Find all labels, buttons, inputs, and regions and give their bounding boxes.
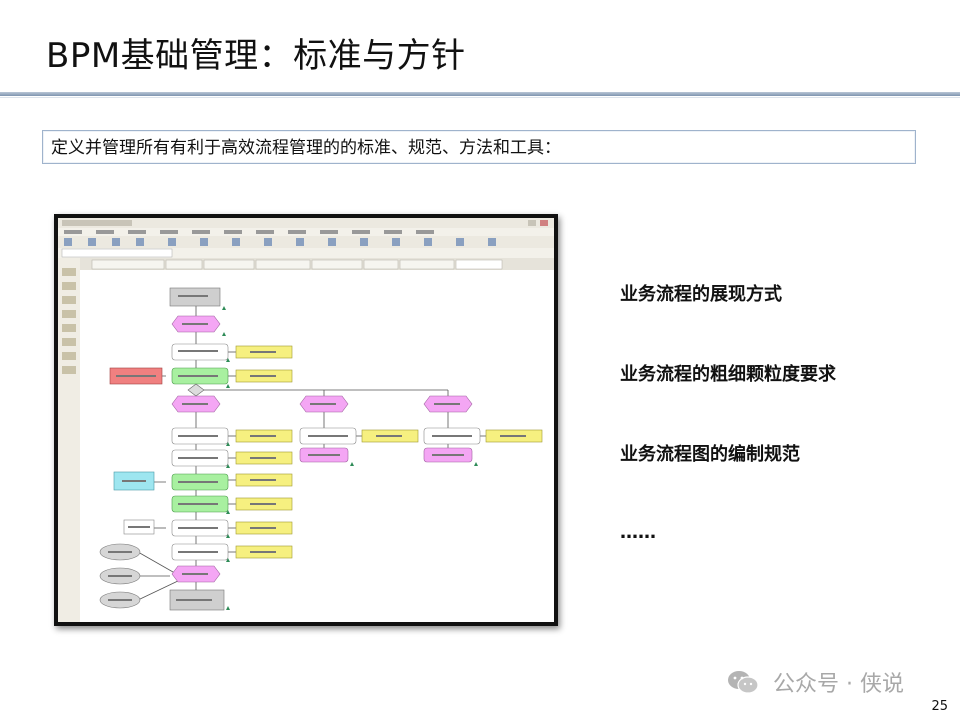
aris-screenshot-drawing [58, 218, 554, 622]
bullet-item: 业务流程的粗细颗粒度要求 [620, 364, 836, 385]
aris-screenshot [58, 218, 554, 622]
intro-box: 定义并管理所有有利于高效流程管理的的标准、规范、方法和工具： [42, 130, 916, 164]
title-divider [0, 92, 960, 96]
wechat-icon [726, 668, 760, 702]
page-number: 25 [931, 699, 948, 714]
watermark: 公众号 · 侠说 [726, 666, 904, 702]
bullet-item: 业务流程图的编制规范 [620, 444, 800, 465]
title-divider-shadow [0, 97, 960, 98]
bullet-item: …… [620, 522, 656, 543]
watermark-text: 公众号 · 侠说 [773, 672, 904, 697]
slide-title: BPM基础管理：标准与方针 [46, 36, 466, 76]
bullet-item: 业务流程的展现方式 [620, 284, 782, 305]
screenshot-frame [54, 214, 558, 626]
